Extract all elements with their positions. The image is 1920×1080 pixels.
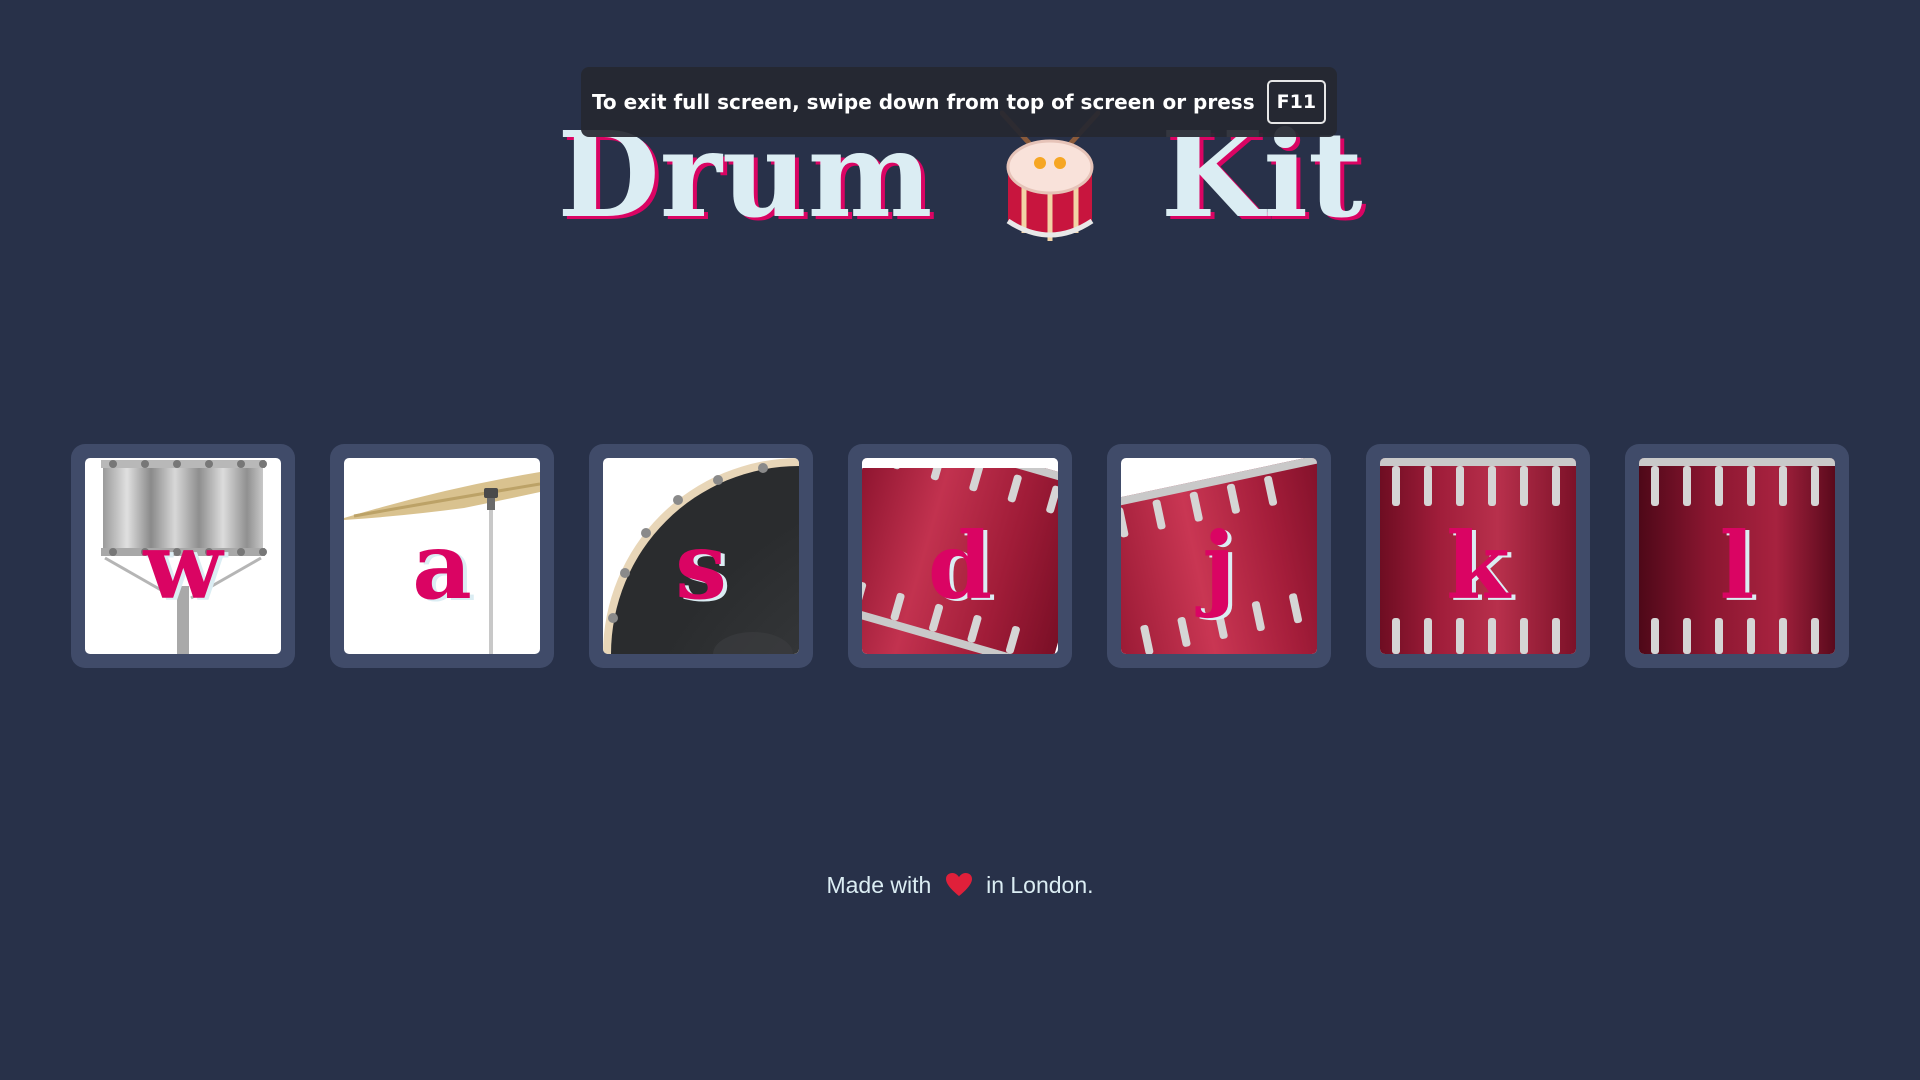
pad-key-label: j <box>1202 512 1236 620</box>
snare-drum-icon: w <box>85 458 281 654</box>
drum-pad-d[interactable]: d <box>848 444 1072 668</box>
pad-key-label: k <box>1446 512 1510 620</box>
drum-pad-a[interactable]: a <box>330 444 554 668</box>
tom-drum-icon: d <box>862 458 1058 654</box>
floor-tom-icon: k <box>1380 458 1576 654</box>
drum-pad-k[interactable]: k <box>1366 444 1590 668</box>
bass-drum-icon: s <box>603 458 799 654</box>
pad-key-label: w <box>143 512 223 620</box>
tom-drum-icon: j <box>1121 458 1317 654</box>
fullscreen-notice-text: To exit full screen, swipe down from top… <box>591 90 1255 114</box>
pad-key-label: a <box>412 512 472 620</box>
footer-text-before: Made with <box>826 872 932 898</box>
pad-key-label: s <box>675 512 727 620</box>
drum-pad-j[interactable]: j <box>1107 444 1331 668</box>
cymbal-icon: a <box>344 458 540 654</box>
footer: Made with in London. <box>0 872 1920 901</box>
drum-pad-w[interactable]: w <box>71 444 295 668</box>
drum-pads: w a s d j k l <box>71 444 1851 668</box>
pad-key-label: d <box>927 512 993 620</box>
fullscreen-exit-notice: To exit full screen, swipe down from top… <box>581 67 1337 137</box>
pad-key-label: l <box>1719 512 1755 620</box>
drum-pad-l[interactable]: l <box>1625 444 1849 668</box>
floor-tom-icon: l <box>1639 458 1835 654</box>
heart-icon <box>945 872 972 897</box>
drum-pad-s[interactable]: s <box>589 444 813 668</box>
footer-text-after: in London. <box>986 872 1094 898</box>
f11-key-badge: F11 <box>1266 80 1327 124</box>
